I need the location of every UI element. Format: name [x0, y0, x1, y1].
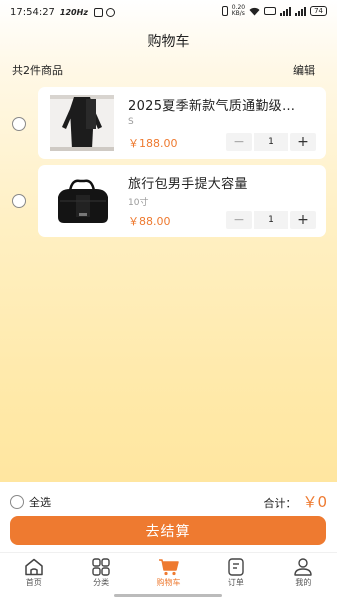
status-time: 17:54:27 [10, 6, 55, 18]
quantity-stepper: − 1 + [226, 133, 316, 151]
tab-label: 我的 [295, 578, 312, 587]
item-title[interactable]: 旅行包男手提大容量 [128, 173, 316, 192]
increase-button[interactable]: + [290, 133, 316, 151]
select-all-label: 全选 [29, 496, 51, 509]
dress-product-icon [50, 95, 114, 151]
item-select-radio[interactable] [12, 117, 26, 131]
item-spec: 10寸 [128, 198, 149, 208]
app-notification-icon [105, 7, 115, 17]
notification-icons [93, 7, 115, 17]
quantity-stepper: − 1 + [226, 211, 316, 229]
total-amount: ￥0 [302, 493, 327, 511]
tab-label: 首页 [25, 578, 42, 587]
tab-label: 订单 [227, 578, 244, 587]
total: 合计： ￥0 [263, 491, 327, 512]
page-title: 购物车 [147, 34, 190, 50]
tab-bar: 首页 分类 购物车 订单 我的 [0, 552, 337, 592]
signal-icon-2 [295, 6, 307, 16]
tab-label: 购物车 [156, 578, 181, 587]
grid-icon [90, 557, 112, 577]
tab-orders[interactable]: 订单 [202, 553, 269, 592]
select-all[interactable]: 全选 [10, 494, 51, 510]
increase-button[interactable]: + [290, 211, 316, 229]
home-indicator [114, 594, 222, 597]
hd-icon [264, 7, 277, 15]
quantity-value[interactable]: 1 [254, 211, 288, 229]
user-icon [292, 557, 314, 577]
product-image[interactable] [50, 173, 114, 229]
cart-item[interactable]: 2025夏季新款气质通勤级… S ￥188.00 − 1 + [38, 87, 326, 159]
cart-item[interactable]: 旅行包男手提大容量 10寸 ￥88.00 − 1 + [38, 165, 326, 237]
home-icon [23, 557, 45, 577]
edit-button[interactable]: 编辑 [293, 62, 315, 78]
app-notification-icon [93, 7, 103, 17]
quantity-value[interactable]: 1 [254, 133, 288, 151]
total-label: 合计： [263, 497, 297, 510]
refresh-rate: 120Hz [59, 7, 88, 17]
checkout-button[interactable]: 去结算 [10, 516, 326, 545]
tab-profile[interactable]: 我的 [270, 553, 337, 592]
status-right: 0.20 KB/s 74 [221, 4, 327, 17]
item-count: 共2件商品 [12, 64, 63, 77]
status-bar: 17:54:27 120Hz 0.20 KB/s 74 [0, 0, 337, 24]
battery-icon: 74 [310, 6, 327, 16]
decrease-button[interactable]: − [226, 133, 252, 151]
product-image[interactable] [50, 95, 114, 151]
network-speed: 0.20 KB/s [231, 4, 246, 17]
item-price: ￥188.00 [128, 137, 178, 150]
cart-icon [158, 557, 180, 577]
wifi-icon [249, 7, 260, 15]
decrease-button[interactable]: − [226, 211, 252, 229]
signal-icon [280, 6, 292, 16]
summary-row: 共2件商品 编辑 [0, 60, 337, 78]
tab-category[interactable]: 分类 [67, 553, 134, 592]
select-all-radio[interactable] [10, 495, 24, 509]
checkout-bar: 全选 合计： ￥0 去结算 [0, 482, 337, 552]
order-icon [225, 557, 247, 577]
bag-product-icon [50, 173, 114, 229]
vibrate-icon [221, 6, 228, 16]
tab-cart[interactable]: 购物车 [135, 553, 202, 592]
tab-home[interactable]: 首页 [0, 553, 67, 592]
item-select-radio[interactable] [12, 194, 26, 208]
tab-label: 分类 [93, 578, 110, 587]
item-title[interactable]: 2025夏季新款气质通勤级… [128, 95, 316, 114]
item-spec: S [128, 117, 134, 127]
item-price: ￥88.00 [128, 215, 171, 228]
